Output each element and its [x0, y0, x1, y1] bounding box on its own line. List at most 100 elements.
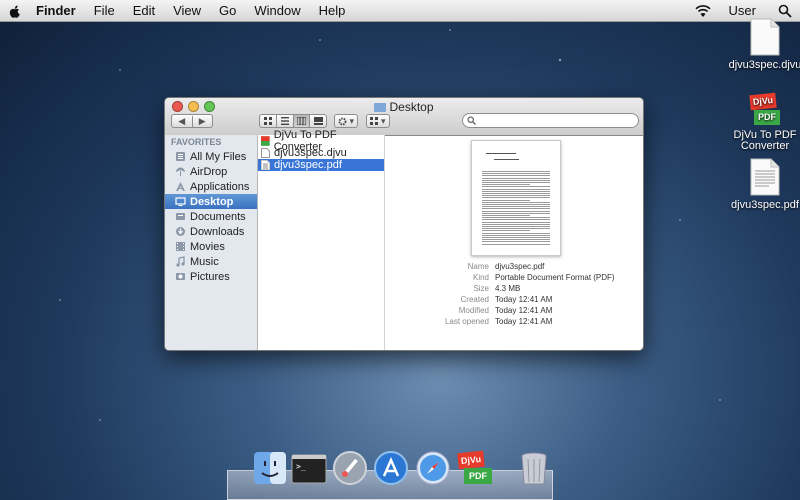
- window-title: Desktop: [165, 100, 643, 114]
- info-label-kind: Kind: [472, 273, 489, 282]
- sidebar-item-label: Movies: [190, 240, 225, 253]
- sidebar-item-downloads[interactable]: Downloads: [165, 224, 257, 239]
- safari-dock-icon[interactable]: [414, 449, 452, 487]
- file-info: Name djvu3spec.pdf Kind Portable Document …: [385, 262, 643, 328]
- app-store-dock-icon[interactable]: [372, 449, 410, 487]
- djvu-badge: DjVu: [749, 92, 777, 111]
- menu-view[interactable]: View: [173, 3, 201, 18]
- apple-menu-icon[interactable]: [8, 4, 22, 18]
- thumbnail-text-line: [482, 173, 550, 175]
- thumbnail-text-line: [482, 201, 550, 203]
- forward-button[interactable]: ▶: [191, 115, 213, 127]
- file-row-converter-app[interactable]: DjVu To PDF Converter: [258, 129, 384, 153]
- sidebar-item-music[interactable]: Music: [165, 254, 257, 269]
- finder-window: Desktop ◀ ▶ ▾ ▾ FAVORITES All My Files A…: [164, 97, 644, 351]
- list-view-icon: [280, 117, 289, 125]
- chevron-down-icon: ▾: [349, 115, 355, 126]
- pdf-badge: PDF: [464, 468, 492, 484]
- launchpad-dock-icon[interactable]: [331, 449, 369, 487]
- thumbnail-text-line: [482, 193, 550, 194]
- spotlight-search-icon[interactable]: [778, 4, 792, 18]
- menu-file[interactable]: File: [94, 3, 115, 18]
- sidebar-item-label: Pictures: [190, 270, 230, 283]
- thumbnail-text-line: [482, 217, 550, 219]
- info-label-modified: Modified: [458, 306, 489, 315]
- music-icon: [176, 256, 185, 267]
- thumbnail-text-line: [482, 179, 550, 181]
- info-value-kind: Portable Document Format (PDF): [495, 273, 615, 282]
- arrange-menu-button[interactable]: ▾: [366, 114, 390, 128]
- folder-icon: [374, 103, 387, 112]
- menu-bar: Finder File Edit View Go Window Help Use…: [0, 0, 800, 22]
- document-icon: [261, 148, 270, 158]
- thumbnail-text-line: [482, 171, 550, 172]
- trash-dock-icon[interactable]: [515, 449, 553, 487]
- menu-help[interactable]: Help: [319, 3, 346, 18]
- desktop-icon-label: DjVu To PDF Converter: [733, 129, 797, 152]
- thumbnail-heading-line: [486, 153, 516, 154]
- file-row-pdf[interactable]: djvu3spec.pdf: [258, 159, 384, 171]
- thumbnail-text-line: [482, 221, 550, 223]
- sidebar-item-label: Applications: [190, 180, 250, 193]
- thumbnail-text-line: [482, 184, 530, 186]
- back-forward-buttons: ◀ ▶: [171, 114, 213, 128]
- sidebar-item-applications[interactable]: Applications: [165, 179, 257, 194]
- desktop-icon: [175, 197, 186, 206]
- documents-icon: [176, 213, 185, 220]
- thumbnail-heading-line: [494, 159, 519, 160]
- sidebar-item-movies[interactable]: Movies: [165, 239, 257, 254]
- icon-view-button[interactable]: [260, 115, 276, 127]
- document-icon: [750, 18, 780, 56]
- thumbnail-text-line: [482, 206, 550, 208]
- window-title-text: Desktop: [389, 100, 434, 114]
- djvu-converter-app-icon: DjVu PDF: [748, 92, 782, 127]
- menu-go[interactable]: Go: [219, 3, 236, 18]
- thumbnail-text-line: [482, 215, 530, 216]
- search-field[interactable]: [462, 113, 639, 128]
- thumbnail-text-line: [482, 177, 550, 179]
- window-titlebar[interactable]: Desktop ◀ ▶ ▾ ▾: [165, 98, 643, 136]
- thumbnail-text-line: [482, 234, 550, 236]
- sidebar-header-favorites: FAVORITES: [171, 137, 222, 147]
- sidebar-item-all-my-files[interactable]: All My Files: [165, 149, 257, 164]
- thumbnail-text-line: [482, 219, 550, 221]
- desktop-icon-converter-app[interactable]: DjVu PDF DjVu To PDF Converter: [725, 92, 800, 152]
- djvu-converter-dock-icon[interactable]: DjVu PDF: [456, 449, 494, 487]
- menu-edit[interactable]: Edit: [133, 3, 155, 18]
- thumbnail-text-line: [482, 188, 550, 190]
- sidebar-item-airdrop[interactable]: AirDrop: [165, 164, 257, 179]
- back-button[interactable]: ◀: [172, 116, 192, 127]
- downloads-icon: [176, 227, 185, 236]
- info-label-last-opened: Last opened: [444, 317, 489, 326]
- app-menu-finder[interactable]: Finder: [36, 3, 76, 18]
- search-icon: [467, 116, 476, 125]
- user-menu[interactable]: User: [729, 3, 756, 18]
- movies-icon: [176, 242, 185, 251]
- finder-dock-icon[interactable]: [251, 449, 289, 487]
- gear-icon: [338, 117, 347, 125]
- thumbnail-text-line: [482, 186, 550, 188]
- cover-flow-button[interactable]: [309, 115, 326, 127]
- wifi-icon[interactable]: [694, 4, 711, 18]
- view-mode-buttons: [259, 114, 327, 128]
- desktop-icon-djvu-file[interactable]: djvu3spec.djvu: [725, 18, 800, 71]
- thumbnail-text-line: [482, 239, 550, 241]
- desktop-icon-pdf-file[interactable]: djvu3spec.pdf: [725, 158, 800, 211]
- column-view-button[interactable]: [292, 115, 310, 127]
- pictures-icon: [176, 273, 185, 280]
- sidebar-item-documents[interactable]: Documents: [165, 209, 257, 224]
- list-view-button[interactable]: [275, 115, 293, 127]
- thumbnail-text-line: [482, 195, 550, 197]
- info-value-size: 4.3 MB: [495, 284, 521, 293]
- sidebar-item-desktop[interactable]: Desktop: [165, 194, 257, 209]
- terminal-prompt-text: >_: [296, 462, 306, 471]
- action-menu-button[interactable]: ▾: [334, 114, 358, 128]
- terminal-dock-icon[interactable]: >_: [290, 449, 328, 487]
- icon-view-icon: [263, 117, 272, 125]
- sidebar-item-label: Music: [190, 255, 219, 268]
- thumbnail-text-line: [482, 199, 530, 201]
- menu-window[interactable]: Window: [254, 3, 300, 18]
- desktop-icon-label: djvu3spec.djvu: [728, 59, 800, 71]
- sidebar-item-pictures[interactable]: Pictures: [165, 269, 257, 284]
- thumbnail-text-line: [482, 232, 550, 234]
